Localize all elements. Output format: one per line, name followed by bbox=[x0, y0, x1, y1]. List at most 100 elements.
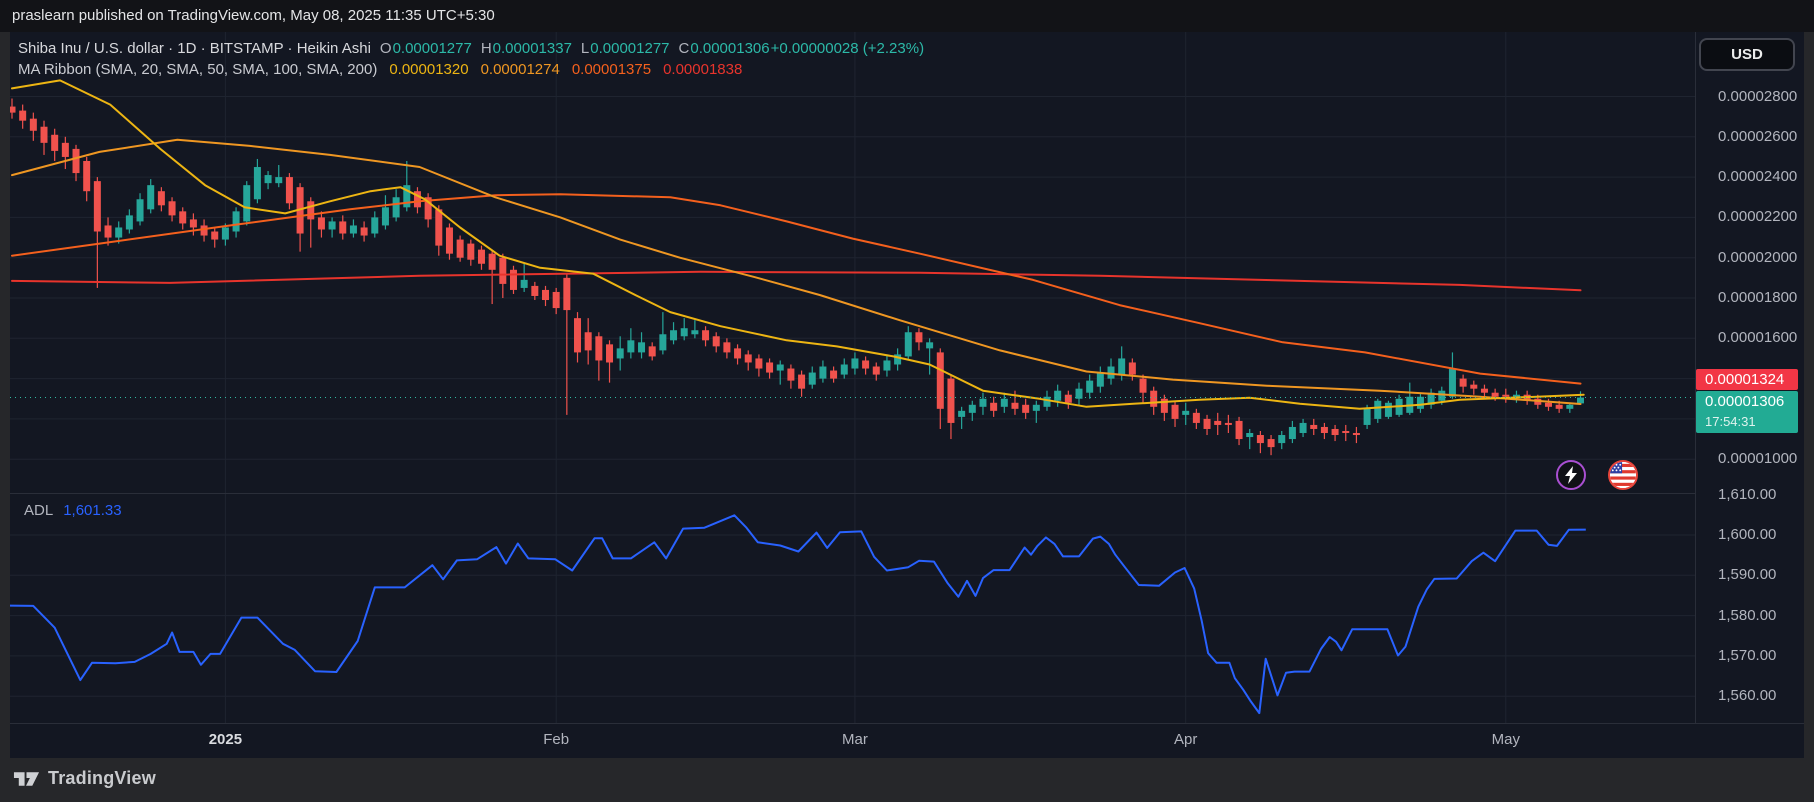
heikin-ashi-candle bbox=[734, 348, 742, 359]
heikin-ashi-candle bbox=[670, 330, 678, 341]
heikin-ashi-candle bbox=[702, 330, 710, 341]
heikin-ashi-candle bbox=[1331, 428, 1339, 436]
heikin-ashi-candle bbox=[1310, 424, 1318, 429]
adl-axis-label: 1,590.00 bbox=[1718, 566, 1777, 584]
adl-axis-label: 1,610.00 bbox=[1718, 485, 1777, 503]
us-flag-icon[interactable] bbox=[1608, 460, 1638, 490]
heikin-ashi-candle bbox=[136, 199, 144, 222]
heikin-ashi-candle bbox=[339, 221, 347, 234]
adl-pane-canvas[interactable] bbox=[10, 494, 1804, 723]
heikin-ashi-candle bbox=[968, 404, 976, 413]
heikin-ashi-candle bbox=[10, 106, 16, 113]
heikin-ashi-candle bbox=[744, 354, 752, 363]
heikin-ashi-candle bbox=[1363, 408, 1371, 425]
heikin-ashi-candle bbox=[648, 346, 656, 357]
heikin-ashi-candle bbox=[627, 340, 635, 353]
tradingview-logo[interactable]: TradingView bbox=[13, 768, 156, 789]
heikin-ashi-candle bbox=[958, 410, 966, 417]
heikin-ashi-candle bbox=[104, 225, 112, 238]
chart-card: Shiba Inu / U.S. dollar · 1D · BITSTAMP … bbox=[10, 32, 1804, 758]
heikin-ashi-candle bbox=[1203, 418, 1211, 429]
heikin-ashi-candle bbox=[392, 197, 400, 218]
heikin-ashi-candle bbox=[755, 358, 763, 369]
heikin-ashi-candle bbox=[616, 348, 624, 359]
time-axis-label: May bbox=[1491, 731, 1520, 748]
heikin-ashi-candle bbox=[712, 336, 720, 347]
adl-chart-svg bbox=[10, 494, 1695, 723]
heikin-ashi-candle bbox=[1246, 433, 1254, 438]
heikin-ashi-candle bbox=[179, 211, 187, 224]
bar-countdown: 17:54:31 bbox=[1705, 414, 1756, 429]
heikin-ashi-candle bbox=[563, 277, 571, 311]
price-chart-svg bbox=[10, 32, 1695, 493]
heikin-ashi-candle bbox=[1416, 396, 1424, 409]
heikin-ashi-candle bbox=[285, 177, 293, 204]
heikin-ashi-candle bbox=[1480, 388, 1488, 393]
heikin-ashi-candle bbox=[253, 167, 261, 200]
heikin-ashi-candle bbox=[488, 253, 496, 270]
heikin-ashi-candle bbox=[1299, 422, 1307, 434]
heikin-ashi-candle bbox=[456, 239, 464, 258]
heikin-ashi-candle bbox=[1342, 430, 1350, 434]
heikin-ashi-candle bbox=[1235, 420, 1243, 440]
heikin-ashi-candle bbox=[840, 364, 848, 375]
heikin-ashi-candle bbox=[638, 342, 646, 353]
heikin-ashi-candle bbox=[776, 364, 784, 371]
heikin-ashi-candle bbox=[125, 215, 133, 230]
pane-separator[interactable] bbox=[10, 493, 1804, 494]
heikin-ashi-candle bbox=[147, 185, 155, 210]
attribution-text: praslearn published on TradingView.com, … bbox=[12, 7, 495, 24]
boost-lightning-icon[interactable] bbox=[1556, 460, 1586, 490]
heikin-ashi-candle bbox=[317, 217, 325, 230]
heikin-ashi-candle bbox=[509, 269, 517, 290]
heikin-ashi-candle bbox=[595, 336, 603, 361]
heikin-ashi-candle bbox=[552, 291, 560, 309]
heikin-ashi-candle bbox=[168, 201, 176, 216]
time-axis-label: Mar bbox=[842, 731, 868, 748]
heikin-ashi-candle bbox=[606, 344, 614, 363]
price-pane-canvas[interactable] bbox=[10, 32, 1804, 493]
heikin-ashi-candle bbox=[1043, 396, 1051, 407]
heikin-ashi-candle bbox=[947, 378, 955, 423]
heikin-ashi-candle bbox=[1267, 439, 1275, 448]
heikin-ashi-candle bbox=[691, 330, 699, 335]
heikin-ashi-candle bbox=[1320, 426, 1328, 434]
heikin-ashi-candle bbox=[328, 221, 336, 230]
heikin-ashi-candle bbox=[1171, 404, 1179, 419]
heikin-ashi-candle bbox=[221, 227, 229, 240]
heikin-ashi-candle bbox=[157, 191, 165, 206]
heikin-ashi-candle bbox=[264, 175, 272, 184]
heikin-ashi-candle bbox=[1278, 435, 1286, 444]
heikin-ashi-candle bbox=[243, 185, 251, 222]
heikin-ashi-candle bbox=[1214, 420, 1222, 425]
price-axis-label: 0.00001800 bbox=[1718, 289, 1798, 306]
heikin-ashi-candle bbox=[936, 352, 944, 409]
adl-axis-label: 1,580.00 bbox=[1718, 606, 1777, 624]
adl-axis-label: 1,560.00 bbox=[1718, 687, 1777, 705]
tradingview-logo-text: TradingView bbox=[48, 768, 156, 788]
price-axis-label: 0.00002200 bbox=[1718, 208, 1798, 226]
heikin-ashi-candle bbox=[1555, 404, 1563, 409]
tradingview-snapshot-page: praslearn published on TradingView.com, … bbox=[0, 0, 1814, 802]
heikin-ashi-candle bbox=[1064, 394, 1072, 403]
heikin-ashi-candle bbox=[349, 225, 357, 234]
heikin-ashi-candle bbox=[883, 360, 891, 371]
heikin-ashi-candle bbox=[819, 366, 827, 379]
heikin-ashi-candle bbox=[232, 211, 240, 232]
heikin-ashi-candle bbox=[61, 142, 69, 157]
heikin-ashi-candle bbox=[93, 181, 101, 232]
heikin-ashi-candle bbox=[1182, 410, 1190, 415]
heikin-ashi-candle bbox=[1288, 426, 1296, 440]
time-scale[interactable]: 2025 Feb Mar Apr May bbox=[10, 723, 1804, 758]
heikin-ashi-candle bbox=[904, 332, 912, 357]
heikin-ashi-candle bbox=[477, 249, 485, 264]
heikin-ashi-candle bbox=[360, 227, 368, 236]
currency-toggle-button[interactable]: USD bbox=[1699, 38, 1795, 71]
heikin-ashi-candle bbox=[1438, 390, 1446, 401]
heikin-ashi-candle bbox=[72, 148, 80, 174]
price-axis-label: 0.00002400 bbox=[1718, 168, 1798, 186]
heikin-ashi-candle bbox=[1256, 435, 1264, 444]
last-price-badge: 0.00001306 17:54:31 bbox=[1696, 391, 1798, 433]
heikin-ashi-candle bbox=[1011, 402, 1019, 409]
heikin-ashi-candle bbox=[872, 366, 880, 375]
